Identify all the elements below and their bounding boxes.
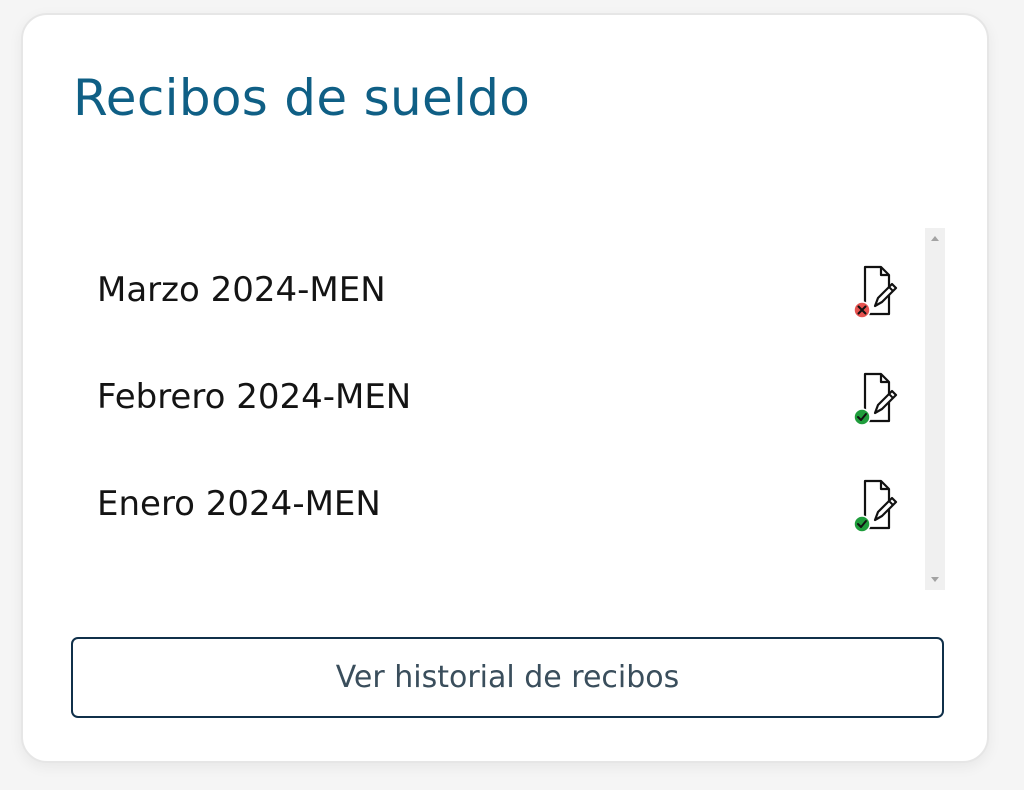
receipt-item-marzo[interactable]: Marzo 2024-MEN <box>73 242 923 342</box>
payslips-card: Recibos de sueldo Marzo 2024-MEN Febrero… <box>21 13 989 763</box>
document-sign-signed-icon[interactable] <box>851 478 901 534</box>
view-history-button[interactable]: Ver historial de recibos <box>71 637 944 718</box>
receipt-label: Febrero 2024-MEN <box>97 377 412 417</box>
document-sign-rejected-icon[interactable] <box>851 264 901 320</box>
scroll-up-arrow-icon[interactable] <box>931 236 939 241</box>
receipt-item-enero[interactable]: Enero 2024-MEN <box>73 456 923 556</box>
receipt-label: Marzo 2024-MEN <box>97 270 386 310</box>
receipt-item-febrero[interactable]: Febrero 2024-MEN <box>73 349 923 449</box>
scroll-down-arrow-icon[interactable] <box>931 577 939 582</box>
card-title: Recibos de sueldo <box>73 69 531 127</box>
list-scrollbar[interactable] <box>925 228 945 590</box>
receipt-label: Enero 2024-MEN <box>97 484 381 524</box>
receipts-list-area: Marzo 2024-MEN Febrero 2024-MEN Enero 20… <box>73 228 945 590</box>
document-sign-signed-icon[interactable] <box>851 371 901 427</box>
receipts-list: Marzo 2024-MEN Febrero 2024-MEN Enero 20… <box>73 228 923 590</box>
